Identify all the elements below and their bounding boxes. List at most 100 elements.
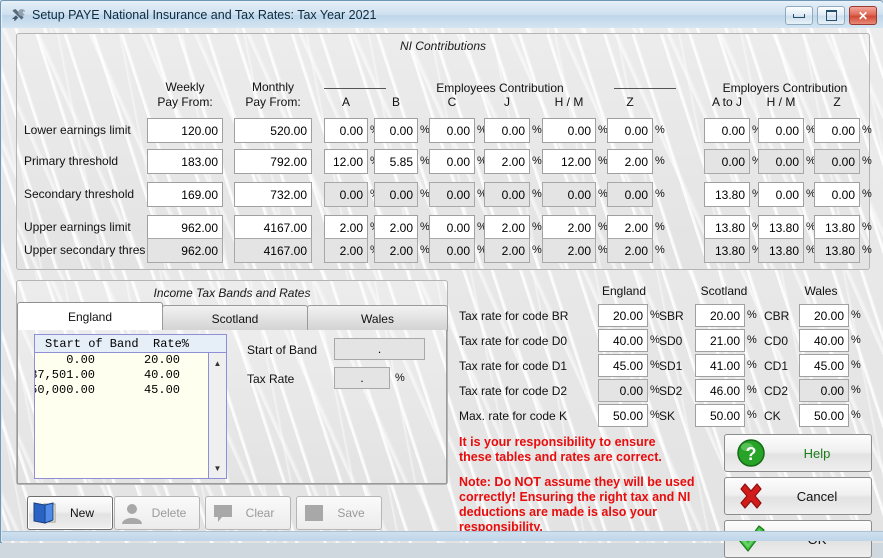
ni-employer-field-3[interactable]: 13.80 [814, 238, 860, 263]
scotland-rate-field[interactable]: 50.00 [695, 404, 745, 427]
new-button[interactable]: New [27, 496, 113, 530]
ni-employer-field-1[interactable]: 0.00 [704, 118, 750, 143]
ni-employer-field-3[interactable]: 0.00 [814, 149, 860, 174]
ni-employee-field-J[interactable]: 2.00 [484, 215, 530, 240]
cancel-button[interactable]: Cancel [724, 477, 872, 515]
ni-employee-field-J[interactable]: 0.00 [484, 118, 530, 143]
ni-employee-field-C[interactable]: 0.00 [429, 149, 475, 174]
ni-employer-field-1[interactable]: 0.00 [704, 149, 750, 174]
tax-code-label: Tax rate for code D2 [459, 384, 568, 398]
ni-monthly-field[interactable]: 4167.00 [234, 215, 312, 240]
ni-employee-field-J[interactable]: 2.00 [484, 149, 530, 174]
ni-employee-field-Z[interactable]: 0.00 [607, 182, 653, 207]
percent-sign: % [851, 309, 861, 321]
ni-employee-field-A[interactable]: 12.00 [324, 149, 368, 174]
wales-rate-field[interactable]: 50.00 [799, 404, 849, 427]
ni-weekly-field[interactable]: 120.00 [147, 118, 223, 143]
listbox-scrollbar[interactable]: ▲ ▼ [208, 353, 226, 478]
band-rate-value: 20.00 [143, 353, 180, 367]
england-rate-field[interactable]: 0.00 [598, 379, 648, 402]
close-button[interactable]: ✕ [849, 6, 877, 25]
ni-monthly-field[interactable]: 732.00 [234, 182, 312, 207]
tax-band-row[interactable]: 0.00 20.00 [35, 353, 208, 368]
ni-employee-field-H / M[interactable]: 12.00 [542, 149, 596, 174]
percent-sign: % [862, 188, 872, 200]
ni-employee-field-C[interactable]: 0.00 [429, 238, 475, 263]
ni-employee-field-B[interactable]: 2.00 [374, 238, 418, 263]
ni-employer-field-3[interactable]: 13.80 [814, 215, 860, 240]
scotland-rate-field[interactable]: 20.00 [695, 304, 745, 327]
ni-employee-field-B[interactable]: 0.00 [374, 182, 418, 207]
ni-employee-field-C[interactable]: 0.00 [429, 182, 475, 207]
england-rate-field[interactable]: 50.00 [598, 404, 648, 427]
ni-monthly-field[interactable]: 792.00 [234, 149, 312, 174]
ni-employee-field-H / M[interactable]: 0.00 [542, 118, 596, 143]
ni-employee-field-A[interactable]: 0.00 [324, 118, 368, 143]
ni-employer-field-1[interactable]: 13.80 [704, 215, 750, 240]
wales-rate-field[interactable]: 0.00 [799, 379, 849, 402]
scroll-up-icon[interactable]: ▲ [209, 355, 226, 371]
minimize-button[interactable] [785, 6, 813, 25]
ni-employee-field-Z[interactable]: 2.00 [607, 149, 653, 174]
wales-rate-field[interactable]: 40.00 [799, 329, 849, 352]
ni-employer-field-2[interactable]: 0.00 [758, 149, 804, 174]
ni-employee-field-Z[interactable]: 2.00 [607, 238, 653, 263]
tax-rate-field[interactable]: . [334, 367, 390, 389]
ni-employee-field-J[interactable]: 0.00 [484, 182, 530, 207]
tab-england[interactable]: England [17, 302, 163, 331]
employees-rule-left [324, 88, 386, 89]
ni-employee-field-Z[interactable]: 0.00 [607, 118, 653, 143]
ni-weekly-field[interactable]: 183.00 [147, 149, 223, 174]
ni-employer-field-3[interactable]: 0.00 [814, 118, 860, 143]
scotland-rate-field[interactable]: 41.00 [695, 354, 745, 377]
ni-employee-field-Z[interactable]: 2.00 [607, 215, 653, 240]
england-rate-field[interactable]: 45.00 [598, 354, 648, 377]
maximize-button[interactable] [817, 6, 845, 25]
ni-employee-field-H / M[interactable]: 2.00 [542, 215, 596, 240]
ni-employer-field-3[interactable]: 0.00 [814, 182, 860, 207]
ni-weekly-field[interactable]: 962.00 [147, 215, 223, 240]
ni-weekly-field[interactable]: 962.00 [147, 238, 223, 263]
ni-employee-field-H / M[interactable]: 0.00 [542, 182, 596, 207]
help-button[interactable]: ? Help [724, 434, 872, 472]
clear-button: Clear [205, 496, 291, 530]
save-button: Save [296, 496, 382, 530]
tools-icon [10, 7, 27, 24]
wales-rate-field[interactable]: 45.00 [799, 354, 849, 377]
scotland-rate-field[interactable]: 46.00 [695, 379, 745, 402]
tax-code-label: Tax rate for code D0 [459, 334, 568, 348]
scotland-rate-field[interactable]: 21.00 [695, 329, 745, 352]
ni-employer-field-1[interactable]: 13.80 [704, 182, 750, 207]
ni-employee-field-A[interactable]: 0.00 [324, 182, 368, 207]
england-rate-field[interactable]: 20.00 [598, 304, 648, 327]
tax-bands-listbox[interactable]: Start of Band Rate% 0.00 20.00 37,501.00 40… [34, 334, 227, 479]
ni-monthly-field[interactable]: 520.00 [234, 118, 312, 143]
ni-employee-field-C[interactable]: 0.00 [429, 118, 475, 143]
wales-rate-field[interactable]: 20.00 [799, 304, 849, 327]
ni-employee-field-H / M[interactable]: 2.00 [542, 238, 596, 263]
ni-weekly-field[interactable]: 169.00 [147, 182, 223, 207]
ni-employer-field-1[interactable]: 13.80 [704, 238, 750, 263]
ni-employer-field-2[interactable]: 13.80 [758, 215, 804, 240]
start-of-band-field[interactable]: . [334, 338, 425, 360]
ni-employee-field-B[interactable]: 5.85 [374, 149, 418, 174]
ni-employer-field-2[interactable]: 0.00 [758, 118, 804, 143]
tab-scotland[interactable]: Scotland [162, 305, 308, 331]
scroll-down-icon[interactable]: ▼ [209, 460, 226, 476]
tax-band-row[interactable]: 37,501.00 40.00 [35, 368, 208, 383]
employee-col-header-4: J [504, 95, 510, 109]
ni-monthly-field[interactable]: 4167.00 [234, 238, 312, 263]
ni-employee-field-A[interactable]: 2.00 [324, 238, 368, 263]
england-rate-field[interactable]: 40.00 [598, 329, 648, 352]
ni-employee-field-B[interactable]: 0.00 [374, 118, 418, 143]
ni-employee-field-B[interactable]: 2.00 [374, 215, 418, 240]
ni-employee-field-A[interactable]: 2.00 [324, 215, 368, 240]
tax-band-row[interactable]: 150,000.00 45.00 [35, 383, 208, 398]
ni-employee-field-J[interactable]: 2.00 [484, 238, 530, 263]
employer-col-header-3: Z [833, 95, 841, 109]
listbox-rows[interactable]: 0.00 20.00 37,501.00 40.00 150,000.00 45.00 [35, 353, 208, 478]
ni-employee-field-C[interactable]: 0.00 [429, 215, 475, 240]
ni-employer-field-2[interactable]: 0.00 [758, 182, 804, 207]
tab-wales[interactable]: Wales [307, 305, 448, 331]
ni-employer-field-2[interactable]: 13.80 [758, 238, 804, 263]
